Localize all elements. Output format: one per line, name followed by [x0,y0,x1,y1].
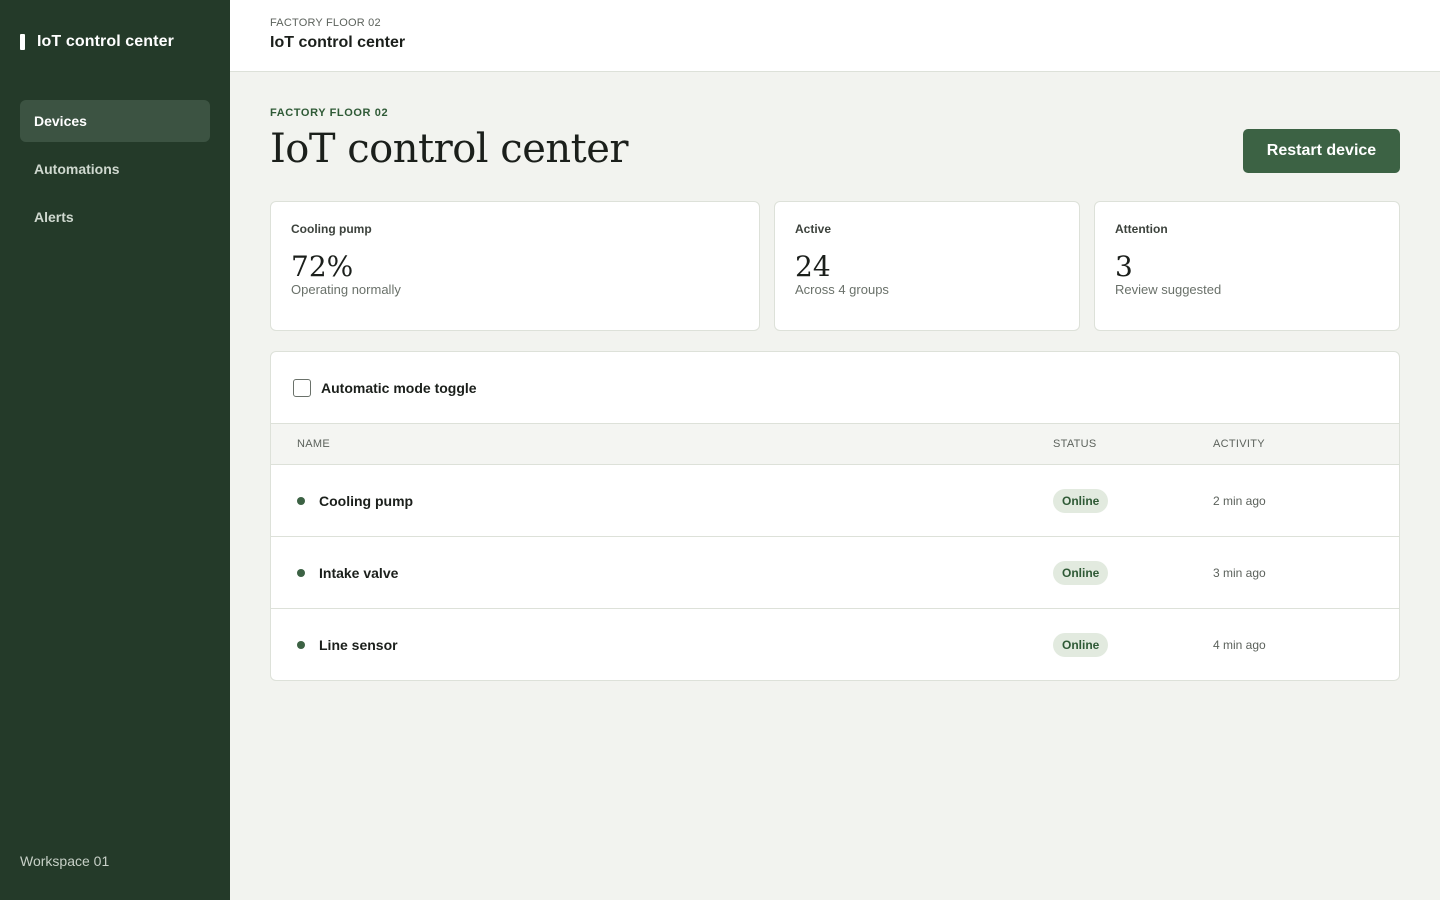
device-name: Cooling pump [319,493,414,509]
header-title: IoT control center [270,34,406,51]
device-name: Intake valve [319,565,399,581]
brand: IoT control center [20,33,174,51]
stat-value: 72% [291,250,354,283]
brand-name: IoT control center [37,33,174,50]
brand-logo-icon [20,34,25,50]
automatic-mode-row: Automatic mode toggle [271,352,1399,424]
stat-subtext: Across 4 groups [795,282,889,297]
stat-card-active: Active 24 Across 4 groups [774,201,1080,331]
stat-card-attention: Attention 3 Review suggested [1094,201,1400,331]
sidebar-item-devices[interactable]: Devices [20,100,210,142]
status-badge: Online [1053,633,1109,657]
restart-device-button[interactable]: Restart device [1243,129,1400,173]
status-dot-icon [297,641,305,649]
automatic-mode-checkbox[interactable] [293,378,311,397]
sidebar-item-label: Alerts [34,209,74,225]
table-row[interactable]: Line sensor Online 4 min ago [271,609,1399,680]
automatic-mode-label[interactable]: Automatic mode toggle [321,380,477,396]
activity-time: 3 min ago [1213,566,1266,580]
status-dot-icon [297,497,305,505]
column-header-activity: ACTIVITY [1213,438,1265,450]
sidebar: IoT control center Devices Automations A… [0,0,230,900]
devices-panel: Automatic mode toggle NAME STATUS ACTIVI… [270,351,1400,681]
sidebar-item-alerts[interactable]: Alerts [20,196,210,238]
status-badge: Online [1053,489,1109,513]
page-eyebrow: FACTORY FLOOR 02 [270,107,389,119]
stat-subtext: Operating normally [291,282,401,297]
stat-value: 24 [795,250,831,283]
page-title: IoT control center [270,126,629,172]
stat-value: 3 [1115,250,1133,283]
stat-label: Cooling pump [291,222,372,236]
breadcrumb: FACTORY FLOOR 02 [270,17,381,29]
sidebar-item-label: Devices [34,113,87,129]
table-row[interactable]: Cooling pump Online 2 min ago [271,465,1399,537]
stat-card-cooling-pump: Cooling pump 72% Operating normally [270,201,760,331]
status-badge: Online [1053,561,1109,585]
stat-subtext: Review suggested [1115,282,1222,297]
status-dot-icon [297,569,305,577]
table-header: NAME STATUS ACTIVITY [271,424,1399,465]
device-name: Line sensor [319,637,398,653]
stat-label: Attention [1115,222,1168,236]
activity-time: 2 min ago [1213,494,1266,508]
sidebar-item-label: Automations [34,161,120,177]
top-header: FACTORY FLOOR 02 IoT control center [230,0,1440,72]
column-header-name: NAME [297,438,330,450]
sidebar-nav: Devices Automations Alerts [20,100,210,244]
table-row[interactable]: Intake valve Online 3 min ago [271,537,1399,609]
workspace-switcher[interactable]: Workspace 01 [20,853,109,869]
activity-time: 4 min ago [1213,638,1266,652]
sidebar-item-automations[interactable]: Automations [20,148,210,190]
stat-label: Active [795,222,832,236]
column-header-status: STATUS [1053,438,1097,450]
